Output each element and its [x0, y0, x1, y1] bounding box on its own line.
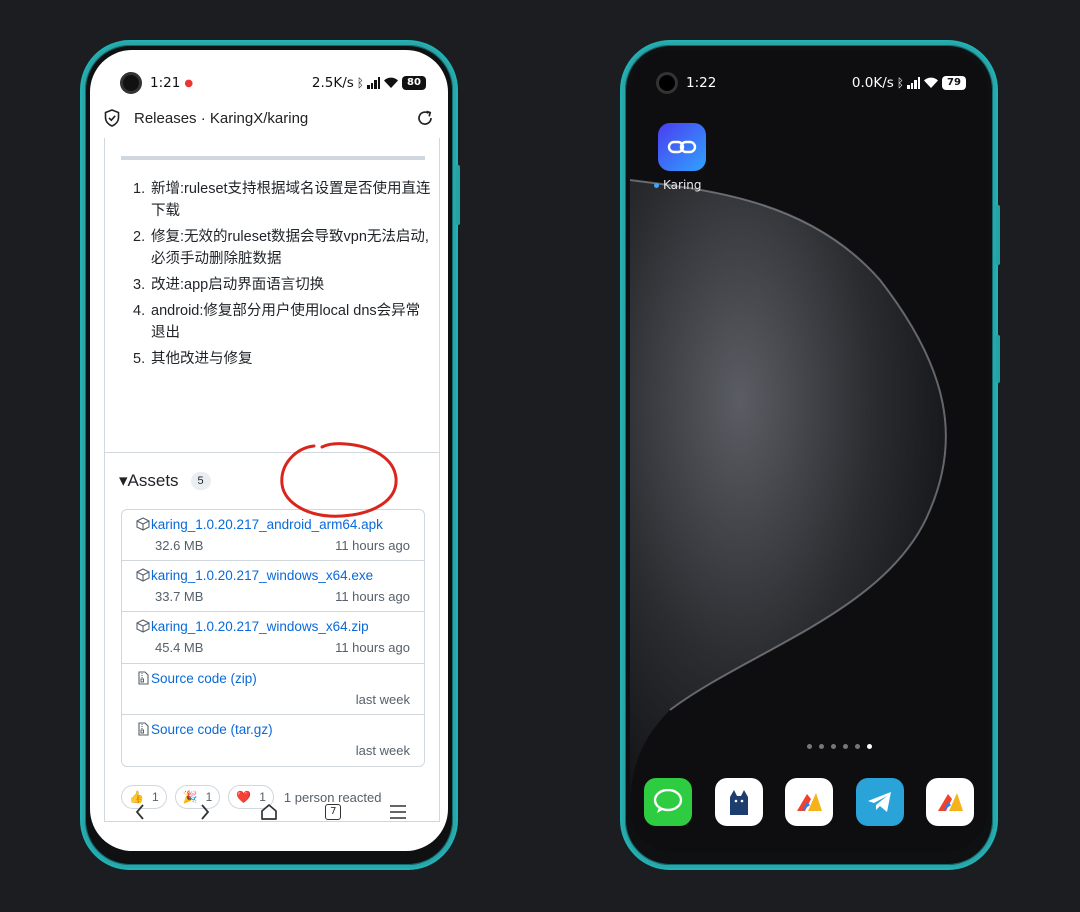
link-icon [667, 140, 697, 154]
asset-link[interactable]: karing_1.0.20.217_windows_x64.zip [151, 619, 369, 634]
asset-row: Source code (tar.gz) last week [122, 715, 424, 766]
front-camera [120, 72, 142, 94]
file-zip-icon [138, 722, 149, 736]
tabs-button[interactable]: 7 [318, 797, 348, 827]
left-phone-screen: 1:21 ● 2.5K/s ᛒ 80 Releases · KaringX/ka… [90, 50, 448, 851]
dock [640, 778, 978, 826]
package-icon [136, 619, 150, 633]
status-time: 1:21 [150, 75, 181, 91]
assets-card: ▾Assets 5 karing_1.0.20.217_android_arm6… [104, 452, 440, 822]
arrow-app-icon-2[interactable] [926, 778, 974, 826]
network-speed: 2.5K/s [311, 75, 354, 91]
list-item: 2. 修复:无效的ruleset数据会导致vpn无法启动,必须手动删除脏数据 [133, 229, 429, 267]
asset-row: karing_1.0.20.217_windows_x64.exe 33.7 M… [122, 561, 424, 613]
status-time: 1:22 [686, 75, 717, 91]
power-button [456, 165, 460, 225]
asset-link[interactable]: Source code (zip) [151, 671, 257, 686]
chevron-right-icon [200, 804, 209, 820]
asset-row: Source code (zip) last week [122, 664, 424, 715]
shield-check-icon [104, 109, 120, 127]
asset-time: last week [355, 742, 410, 758]
arrow-app-icon[interactable] [785, 778, 833, 826]
location-icon: ● [184, 77, 194, 89]
asset-time: 11 hours ago [335, 538, 410, 553]
home-button[interactable] [254, 797, 284, 827]
divider [121, 156, 425, 160]
right-phone-frame: 1:22 0.0K/s ᛒ 79 Karing [622, 42, 1000, 868]
asset-time: last week [355, 691, 410, 707]
reload-icon[interactable] [416, 109, 434, 127]
asset-size: 45.4 MB [155, 640, 204, 656]
list-item: 3. 改进:app启动界面语言切换 [133, 277, 325, 293]
back-button[interactable] [125, 797, 155, 827]
release-notes-list: 1. 新增:ruleset支持根据域名设置是否使用直连下载 2. 修复:无效的rul… [133, 178, 433, 374]
volume-button [996, 335, 1000, 383]
tabs-count: 7 [325, 804, 342, 820]
asset-size: 33.7 MB [155, 589, 204, 605]
signal-icon [367, 77, 380, 89]
list-item: 4. android:修复部分用户使用local dns会异常退出 [133, 303, 421, 341]
release-notes-card: 1. 新增:ruleset支持根据域名设置是否使用直连下载 2. 修复:无效的rul… [104, 138, 440, 452]
signal-icon [907, 77, 920, 89]
wifi-icon [924, 77, 938, 88]
asset-row: karing_1.0.20.217_windows_x64.zip 45.4 M… [122, 612, 424, 664]
messages-app-icon[interactable] [644, 778, 692, 826]
status-bar: 1:22 0.0K/s ᛒ 79 [630, 66, 988, 100]
asset-row: karing_1.0.20.217_android_arm64.apk 32.6… [122, 510, 424, 562]
asset-time: 11 hours ago [335, 589, 410, 605]
list-item: 5. 其他改进与修复 [133, 351, 253, 367]
package-icon [136, 568, 150, 582]
assets-heading: ▾Assets [119, 471, 179, 490]
power-button [996, 205, 1000, 265]
front-camera [656, 72, 678, 94]
asset-link[interactable]: karing_1.0.20.217_android_arm64.apk [151, 517, 383, 532]
page-indicator [630, 744, 988, 749]
battery-indicator: 80 [402, 76, 426, 90]
assets-toggle[interactable]: ▾Assets 5 [119, 471, 211, 491]
cat-app-icon[interactable] [714, 778, 763, 826]
address-bar[interactable]: Releases · KaringX/karing [90, 102, 448, 134]
new-app-dot [654, 182, 659, 188]
wifi-icon [384, 77, 398, 88]
asset-time: 11 hours ago [335, 640, 410, 656]
menu-button[interactable] [383, 797, 413, 827]
network-speed: 0.0K/s [851, 75, 894, 91]
karing-app-icon[interactable] [658, 123, 706, 171]
karing-app-label[interactable]: Karing [654, 178, 702, 192]
page-title: Releases · KaringX/karing [134, 109, 309, 127]
battery-indicator: 79 [942, 76, 966, 90]
asset-link[interactable]: Source code (tar.gz) [151, 722, 273, 737]
assets-count-badge: 5 [190, 472, 211, 490]
right-phone-screen: 1:22 0.0K/s ᛒ 79 Karing [630, 50, 988, 851]
browser-bottom-nav: 7 [90, 783, 448, 851]
telegram-app-icon[interactable] [855, 778, 904, 826]
bluetooth-icon: ᛒ [896, 76, 904, 90]
asset-list: karing_1.0.20.217_android_arm64.apk 32.6… [121, 509, 425, 767]
forward-button[interactable] [190, 797, 220, 827]
bluetooth-icon: ᛒ [356, 76, 364, 90]
package-icon [136, 517, 150, 531]
status-bar: 1:21 ● 2.5K/s ᛒ 80 [90, 66, 448, 100]
menu-icon [389, 805, 406, 819]
chevron-left-icon [136, 804, 144, 820]
file-zip-icon [138, 671, 149, 685]
asset-link[interactable]: karing_1.0.20.217_windows_x64.exe [151, 568, 373, 583]
asset-size: 32.6 MB [155, 538, 204, 553]
list-item: 1. 新增:ruleset支持根据域名设置是否使用直连下载 [133, 181, 431, 219]
left-phone-frame: 1:21 ● 2.5K/s ᛒ 80 Releases · KaringX/ka… [82, 42, 460, 868]
home-icon [261, 804, 277, 820]
